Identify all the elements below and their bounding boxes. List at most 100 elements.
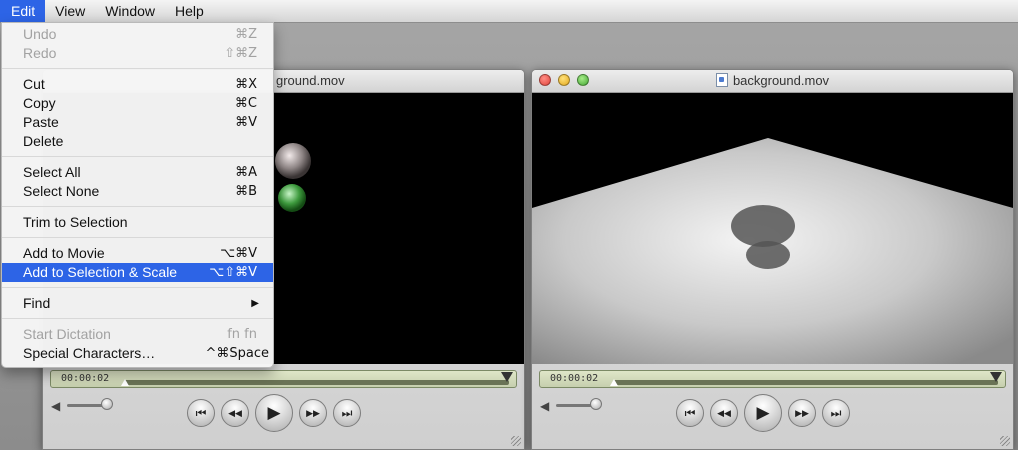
menu-item-label: Paste — [23, 114, 59, 130]
skip-forward-icon: ⏭ — [341, 405, 353, 420]
left-playhead[interactable] — [501, 372, 513, 382]
shortcut: fn fn — [227, 327, 257, 342]
window-controls — [539, 74, 589, 86]
prev-button[interactable]: ⏮ — [187, 399, 215, 427]
right-resize-grip[interactable] — [1000, 436, 1010, 446]
menu-separator — [2, 156, 273, 157]
menu-item-add-to-selection-scale[interactable]: Add to Selection & Scale ⌥⇧⌘V — [2, 263, 273, 282]
shortcut: ⌘Z — [235, 27, 257, 42]
right-player-window: background.mov 00:00:02 ◀ ⏮ ◀◀ ▶ ▶▶ ⏭ — [531, 69, 1014, 450]
shortcut: ^⌘Space — [205, 346, 269, 361]
rewind-icon: ◀◀ — [228, 407, 242, 418]
menu-item-label: Trim to Selection — [23, 214, 128, 230]
menu-item-label: Cut — [23, 76, 45, 92]
rewind-icon: ◀◀ — [717, 407, 731, 418]
menu-edit[interactable]: Edit — [0, 0, 46, 22]
shortcut: ⌘X — [235, 77, 257, 92]
play-icon: ▶ — [756, 403, 770, 422]
menu-separator — [2, 318, 273, 319]
shortcut: ⌥⇧⌘V — [209, 265, 257, 280]
left-transport: ⏮ ◀◀ ▶ ▶▶ ⏭ — [187, 394, 361, 432]
left-controls: 00:00:02 ◀ ⏮ ◀◀ ▶ ▶▶ ⏭ — [43, 364, 524, 449]
left-timeline[interactable]: 00:00:02 — [50, 370, 517, 388]
menu-item-label: Delete — [23, 133, 64, 149]
menu-separator — [2, 237, 273, 238]
play-button[interactable]: ▶ — [255, 394, 293, 432]
skip-back-icon: ⏮ — [195, 405, 207, 420]
right-video-area[interactable] — [532, 93, 1013, 364]
menu-item-paste[interactable]: Paste ⌘V — [2, 113, 273, 132]
menu-view[interactable]: View — [45, 0, 95, 22]
forward-button[interactable]: ▶▶ — [299, 399, 327, 427]
menu-item-special-characters[interactable]: Special Characters… ^⌘Space — [2, 344, 273, 363]
left-timecode: 00:00:02 — [61, 373, 110, 384]
right-titlebar[interactable]: background.mov — [532, 70, 1013, 93]
right-video-frame — [532, 138, 1013, 364]
menu-item-label: Start Dictation — [23, 326, 111, 342]
submenu-arrow-icon: ▶ — [251, 298, 259, 309]
shortcut: ⌘C — [234, 96, 257, 111]
menu-help[interactable]: Help — [165, 0, 214, 22]
play-button[interactable]: ▶ — [744, 394, 782, 432]
menu-item-label: Select None — [23, 183, 100, 199]
close-button[interactable] — [539, 74, 551, 86]
rewind-button[interactable]: ◀◀ — [221, 399, 249, 427]
menu-item-copy[interactable]: Copy ⌘C — [2, 94, 273, 113]
menu-item-label: Add to Movie — [23, 245, 105, 261]
volume-icon: ◀ — [540, 399, 550, 413]
edit-menu-dropdown: Undo ⌘Z Redo ⇧⌘Z Cut ⌘X Copy ⌘C Paste ⌘V Dele… — [1, 22, 274, 368]
right-timeline[interactable]: 00:00:02 — [539, 370, 1006, 388]
fast-forward-icon: ▶▶ — [795, 407, 809, 418]
menu-separator — [2, 206, 273, 207]
shadow-large — [731, 205, 795, 247]
menu-item-start-dictation[interactable]: Start Dictation fn fn — [2, 325, 273, 344]
forward-button[interactable]: ▶▶ — [788, 399, 816, 427]
menu-item-select-all[interactable]: Select All ⌘A — [2, 163, 273, 182]
skip-forward-icon: ⏭ — [830, 405, 842, 420]
menu-window[interactable]: Window — [95, 0, 165, 22]
prev-button[interactable]: ⏮ — [676, 399, 704, 427]
menu-item-add-to-movie[interactable]: Add to Movie ⌥⌘V — [2, 244, 273, 263]
shortcut: ⇧⌘Z — [224, 46, 257, 61]
menu-item-trim[interactable]: Trim to Selection — [2, 213, 273, 232]
fast-forward-icon: ▶▶ — [306, 407, 320, 418]
left-resize-grip[interactable] — [511, 436, 521, 446]
shadow-small — [746, 241, 790, 269]
menu-separator — [2, 287, 273, 288]
menu-item-redo[interactable]: Redo ⇧⌘Z — [2, 44, 273, 63]
right-controls: 00:00:02 ◀ ⏮ ◀◀ ▶ ▶▶ ⏭ — [532, 364, 1013, 449]
shortcut: ⌘B — [235, 184, 257, 199]
right-in-marker[interactable] — [610, 379, 618, 386]
right-transport: ⏮ ◀◀ ▶ ▶▶ ⏭ — [676, 394, 850, 432]
shortcut: ⌘A — [235, 165, 257, 180]
right-track — [613, 380, 998, 385]
shortcut: ⌥⌘V — [220, 246, 257, 261]
menu-item-label: Special Characters… — [23, 345, 156, 361]
shortcut: ⌘V — [235, 115, 257, 130]
menu-item-undo[interactable]: Undo ⌘Z — [2, 25, 273, 44]
left-window-title: ground.mov — [276, 73, 345, 88]
document-icon — [715, 73, 728, 87]
menu-item-find[interactable]: Find ▶ — [2, 294, 273, 313]
volume-icon: ◀ — [51, 399, 61, 413]
menu-separator — [2, 68, 273, 69]
next-button[interactable]: ⏭ — [333, 399, 361, 427]
menu-item-delete[interactable]: Delete — [2, 132, 273, 151]
left-volume-knob[interactable] — [101, 398, 113, 410]
rewind-button[interactable]: ◀◀ — [710, 399, 738, 427]
right-volume-knob[interactable] — [590, 398, 602, 410]
left-in-marker[interactable] — [121, 379, 129, 386]
menu-item-select-none[interactable]: Select None ⌘B — [2, 182, 273, 201]
grey-sphere — [275, 143, 311, 179]
menu-item-label: Add to Selection & Scale — [23, 264, 178, 280]
right-timecode: 00:00:02 — [550, 373, 599, 384]
minimize-button[interactable] — [558, 74, 570, 86]
right-playhead[interactable] — [990, 372, 1002, 382]
green-sphere — [278, 184, 306, 212]
left-track — [124, 380, 509, 385]
menu-item-cut[interactable]: Cut ⌘X — [2, 75, 273, 94]
play-icon: ▶ — [267, 403, 281, 422]
zoom-button[interactable] — [577, 74, 589, 86]
menu-item-label: Undo — [23, 26, 57, 42]
next-button[interactable]: ⏭ — [822, 399, 850, 427]
